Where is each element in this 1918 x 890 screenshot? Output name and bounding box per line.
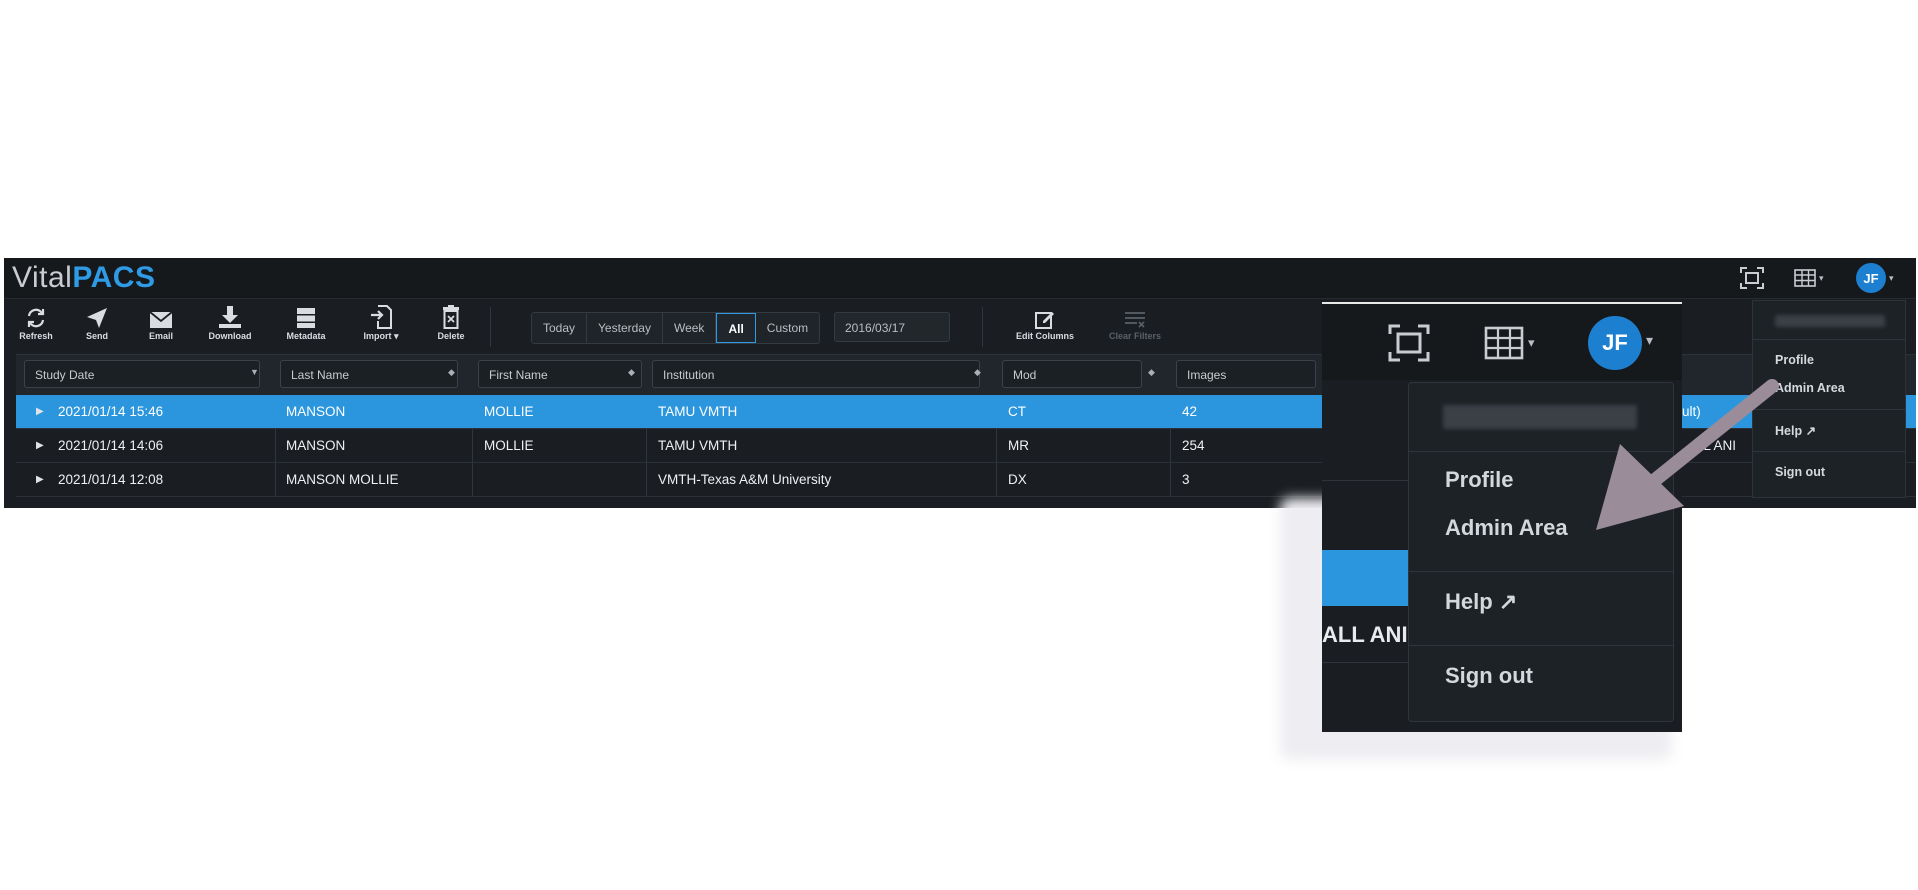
menu-item-profile[interactable]: Profile xyxy=(1775,353,1814,367)
filter-institution[interactable]: Institution xyxy=(652,360,980,388)
filter-study-date[interactable]: Study Date xyxy=(24,360,260,388)
user-avatar-button[interactable]: JF ▾ xyxy=(1856,263,1894,293)
date-range-yesterday[interactable]: Yesterday xyxy=(587,313,663,343)
zoomed-row-text: ALL ANI xyxy=(1322,622,1408,647)
import-button[interactable]: Import ▾ xyxy=(353,303,409,342)
chevron-down-icon: ▾ xyxy=(1646,332,1654,348)
edit-icon xyxy=(1035,312,1054,329)
chevron-down-icon[interactable]: ▼ xyxy=(250,367,259,377)
expand-triangle-icon[interactable]: ▶ xyxy=(36,497,44,508)
menu-item-admin-area[interactable]: Admin Area xyxy=(1445,515,1568,541)
chevron-down-icon: ▾ xyxy=(1528,335,1535,350)
menu-item-profile[interactable]: Profile xyxy=(1445,467,1513,493)
email-icon xyxy=(149,311,173,328)
menu-item-admin-area[interactable]: Admin Area xyxy=(1775,381,1845,395)
sort-icon[interactable]: ◆ xyxy=(974,367,981,378)
date-range-week[interactable]: Week xyxy=(663,313,717,343)
date-range-selector: Today Yesterday Week All Custom xyxy=(531,312,821,344)
metadata-icon xyxy=(297,308,315,328)
sort-icon[interactable]: ◆ xyxy=(448,367,455,378)
sort-icon[interactable]: ◆ xyxy=(1148,367,1155,378)
menu-item-help[interactable]: Help ↗ xyxy=(1445,589,1517,615)
filter-mod[interactable]: Mod xyxy=(1002,360,1142,388)
fullscreen-icon[interactable] xyxy=(1740,264,1764,292)
import-icon xyxy=(371,305,392,329)
external-link-icon: ↗ xyxy=(1805,424,1817,438)
expand-triangle-icon[interactable]: ▶ xyxy=(36,395,44,428)
layout-grid-icon: ▾ xyxy=(1484,326,1535,360)
external-link-icon: ↗ xyxy=(1498,589,1518,614)
send-button[interactable]: Send xyxy=(69,303,125,341)
filter-first-name[interactable]: First Name xyxy=(478,360,642,388)
zoomed-selected-row xyxy=(1322,550,1408,606)
chevron-down-icon: ▾ xyxy=(1889,272,1894,283)
trash-icon xyxy=(443,305,459,329)
menu-item-sign-out[interactable]: Sign out xyxy=(1775,465,1825,479)
date-input[interactable]: 2016/03/17 xyxy=(834,312,950,342)
expand-triangle-icon[interactable]: ▶ xyxy=(36,429,44,462)
menu-item-help[interactable]: Help ↗ xyxy=(1775,423,1816,438)
clear-filters-button[interactable]: Clear Filters xyxy=(1104,303,1166,341)
edit-columns-button[interactable]: Edit Columns xyxy=(1014,303,1076,341)
layout-grid-icon[interactable]: ▾ xyxy=(1794,264,1824,292)
download-button[interactable]: Download xyxy=(202,303,258,341)
annotation-arrow-icon xyxy=(1596,379,1779,530)
sort-icon[interactable]: ◆ xyxy=(628,367,635,378)
date-range-all[interactable]: All xyxy=(716,313,756,343)
blurred-username xyxy=(1775,315,1885,327)
avatar: JF xyxy=(1856,263,1886,293)
toolbar-divider xyxy=(982,307,983,347)
refresh-icon xyxy=(27,308,45,328)
filter-images[interactable]: Images xyxy=(1176,360,1316,388)
vitalpacs-logo: VitalPACS xyxy=(12,261,156,294)
chevron-down-icon: ▾ xyxy=(1819,272,1824,283)
date-range-today[interactable]: Today xyxy=(532,313,588,343)
filter-last-name[interactable]: Last Name xyxy=(280,360,458,388)
date-range-custom[interactable]: Custom xyxy=(756,313,819,343)
delete-button[interactable]: Delete xyxy=(423,303,479,341)
metadata-button[interactable]: Metadata xyxy=(278,303,334,341)
send-icon xyxy=(87,308,107,328)
clear-filter-icon xyxy=(1125,312,1145,328)
fullscreen-icon xyxy=(1388,324,1430,367)
toolbar-divider xyxy=(490,307,491,347)
top-bar: VitalPACS ▾ JF ▾ xyxy=(4,258,1916,299)
expand-triangle-icon[interactable]: ▶ xyxy=(36,463,44,496)
menu-item-sign-out[interactable]: Sign out xyxy=(1445,663,1533,689)
download-icon xyxy=(219,306,241,328)
chevron-down-icon: ▾ xyxy=(393,331,399,341)
refresh-button[interactable]: Refresh xyxy=(8,303,64,341)
email-button[interactable]: Email xyxy=(133,303,189,341)
avatar: JF xyxy=(1588,316,1642,370)
